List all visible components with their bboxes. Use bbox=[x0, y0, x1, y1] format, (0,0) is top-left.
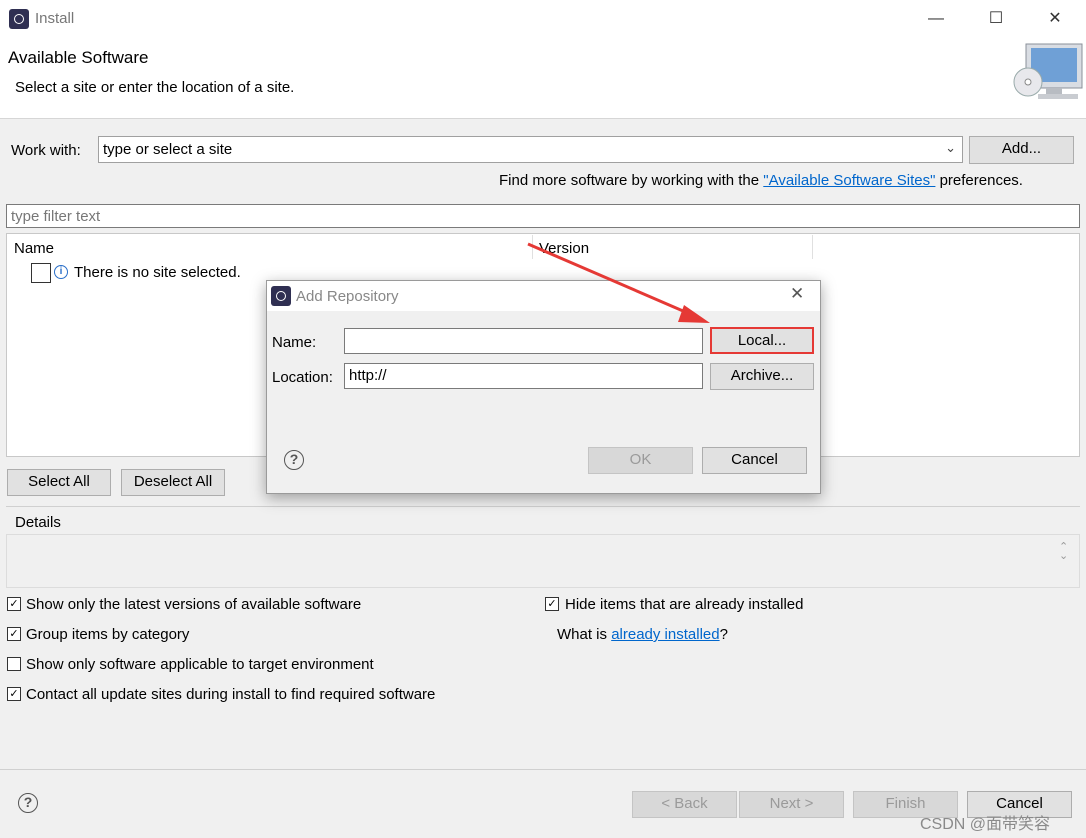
watermark-text: CSDN @面带笑容 bbox=[920, 816, 1051, 833]
annotation-arrow bbox=[527, 242, 710, 323]
